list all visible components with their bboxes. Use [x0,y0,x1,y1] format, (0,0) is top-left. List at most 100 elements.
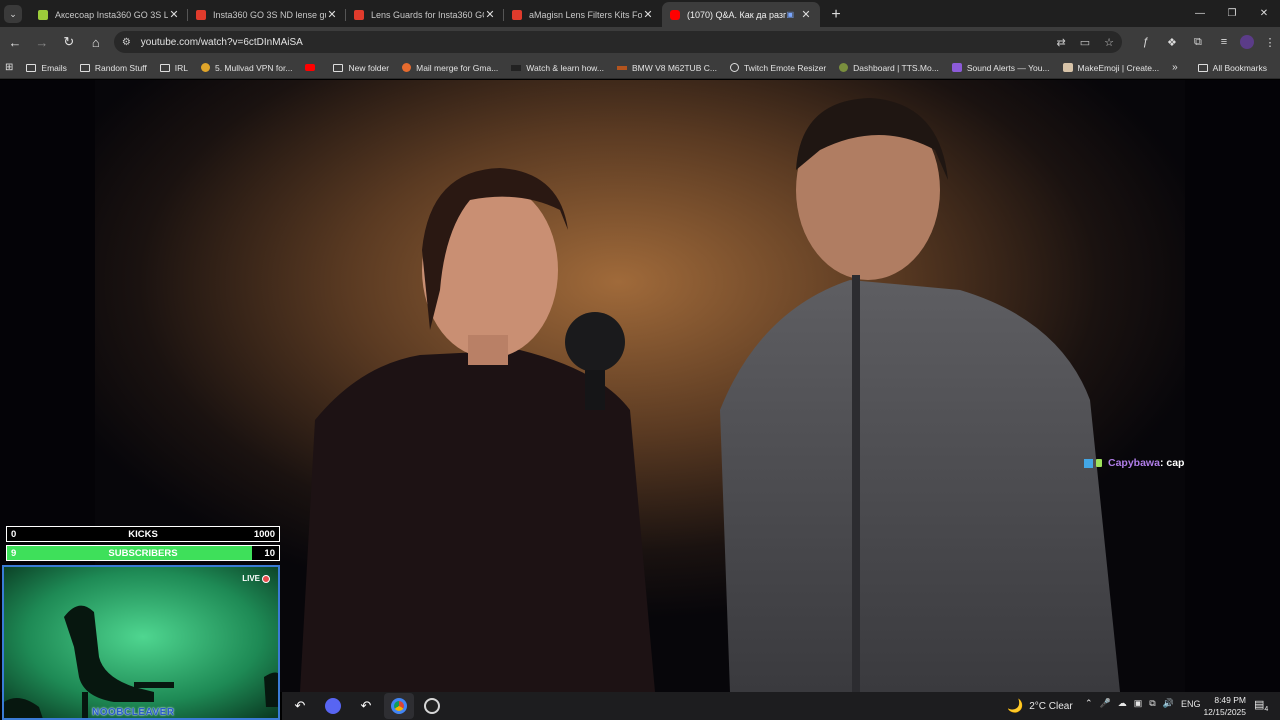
apps-grid-icon[interactable]: ⊞ [2,62,16,73]
bookmark-label: BMW V8 M62TUB C... [631,62,717,73]
taskbar-app-discord-icon[interactable] [318,693,348,719]
bookmark-mullvad[interactable]: 5. Mullvad VPN for... [200,63,292,73]
bookmark-emails[interactable]: Emails [26,63,67,73]
tab-2[interactable]: Lens Guards for Insta360 GO 3S ✕ [346,2,504,27]
menu-icon[interactable]: ⋮ [1260,32,1280,52]
translate-icon[interactable]: ⇄ [1056,36,1065,49]
home-icon[interactable]: ⌂ [84,30,108,54]
bmw-icon [616,65,627,70]
bookmark-label: Dashboard | TTS.Mo... [853,62,939,73]
restore-icon[interactable]: ❐ [1216,0,1248,27]
record-dot-icon [262,574,270,583]
profile-avatar[interactable] [1239,35,1254,49]
omnibox-actions: ⇄ ▭ ☆ [1056,36,1114,49]
chat-username: Capybawa [1108,457,1160,469]
bookmark-bmw[interactable]: BMW V8 M62TUB C... [616,62,717,73]
bookmarks-bar: ⊞ Emails Random Stuff IRL 5. Mullvad VPN… [0,57,1280,79]
youtube-icon [305,64,316,71]
tab-title: aMagisn Lens Filters Kits For 36 [529,9,642,20]
taskbar-app-logitech-icon[interactable]: ↶ [351,693,381,719]
taskbar: ↶ ↶ 🌙 2°C Clear ⌃ 🎤 ☁ ▣ ⧉ 🔊 ENG 8:49 PM … [282,692,1280,720]
extension-icon[interactable]: ❖ [1162,32,1182,52]
back-icon[interactable]: ← [3,30,27,54]
webcam-overlay: LIVE NOOBCLEAVER [2,565,280,720]
media-playing-icon[interactable]: ▣ [786,10,794,19]
weather-widget[interactable]: 🌙 2°C Clear [1007,698,1073,714]
close-icon[interactable]: ✕ [326,8,338,21]
tab-strip: ⌄ Аксесоар Insta360 GO 3S Lens ✕ Insta36… [0,0,1280,27]
font-extension-icon[interactable]: ƒ [1136,32,1156,52]
tab-1[interactable]: Insta360 GO 3S ND lense guard ✕ [188,2,346,27]
forward-icon[interactable]: → [30,30,54,54]
bookmark-label: Sound Alerts — You... [966,62,1050,73]
folder-icon [159,63,170,72]
tab-favicon [196,9,206,20]
bookmark-mail-merge[interactable]: Mail merge for Gma... [402,63,498,73]
tab-4-active[interactable]: (1070) Q&A. Как да разпоз ▣ ✕ [662,2,820,27]
cloud-icon[interactable]: ☁ [1118,698,1127,709]
bookmark-random-stuff[interactable]: Random Stuff [79,63,147,73]
close-icon[interactable]: ✕ [168,8,180,21]
folder-icon [79,63,90,72]
subscribers-goal-bar: 9 SUBSCRIBERS 10 [6,545,280,561]
display-icon[interactable]: ▣ [1134,698,1143,709]
reading-list-icon[interactable]: ≡ [1214,32,1234,52]
site-info-icon[interactable]: ⚙ [122,37,131,48]
bookmark-youtube[interactable] [305,64,320,71]
subscribers-target: 10 [264,548,275,559]
bookmark-label: Watch & learn how... [526,62,604,73]
close-window-icon[interactable]: ✕ [1248,0,1280,27]
close-icon[interactable]: ✕ [484,8,496,21]
bookmark-watch-learn[interactable]: Watch & learn how... [511,63,604,73]
chat-message: : cap [1159,457,1185,469]
language-indicator[interactable]: ENG [1181,699,1201,709]
bookmark-makeemoji[interactable]: MakeEmoji | Create... [1062,63,1159,73]
bookmark-new-folder[interactable]: New folder [333,63,389,73]
bookmark-star-icon[interactable]: ☆ [1104,36,1114,49]
bookmark-sound-alerts[interactable]: Sound Alerts — You... [951,62,1050,73]
new-tab-button[interactable]: + [824,3,848,27]
cast-icon[interactable]: ▭ [1080,36,1090,49]
tab-favicon [38,9,48,20]
streamer-name: NOOBCLEAVER [92,707,175,718]
notification-center-icon[interactable]: ▤4 [1254,698,1268,713]
webcam-image [4,567,278,718]
window-controls: — ❐ ✕ [1184,0,1280,27]
close-icon[interactable]: ✕ [800,8,812,21]
chevron-right-icon[interactable]: » [1172,62,1178,73]
minimize-icon[interactable]: — [1184,0,1216,27]
tab-search-button[interactable]: ⌄ [4,5,22,23]
address-bar[interactable]: ⚙ youtube.com/watch?v=6ctDInMAiSA ⇄ ▭ ☆ [113,31,1122,53]
reload-icon[interactable]: ↻ [57,30,81,54]
bookmark-tts[interactable]: Dashboard | TTS.Mo... [839,63,939,73]
taskbar-app-obs-icon[interactable] [417,693,447,719]
taskbar-app-chrome-icon[interactable] [384,693,414,719]
clock-date: 12/15/2025 [1203,707,1246,717]
chevron-up-icon[interactable]: ⌃ [1085,698,1093,709]
live-label: LIVE [242,574,260,583]
tab-3[interactable]: aMagisn Lens Filters Kits For 36 ✕ [504,2,662,27]
close-icon[interactable]: ✕ [642,8,654,21]
bookmark-irl[interactable]: IRL [159,62,188,73]
watch-icon [511,64,522,71]
network-icon[interactable]: ⧉ [1149,698,1155,709]
bookmark-label: IRL [174,62,188,73]
browser-toolbar: ← → ↻ ⌂ ⚙ youtube.com/watch?v=6ctDInMAiS… [0,27,1280,57]
volume-icon[interactable]: 🔊 [1163,698,1174,709]
soundalerts-icon [951,63,962,72]
puzzle-icon[interactable]: ⧉ [1188,32,1208,52]
clock[interactable]: 8:49 PM 12/15/2025 [1202,694,1246,718]
tab-0[interactable]: Аксесоар Insta360 GO 3S Lens ✕ [30,2,188,27]
all-bookmarks-button[interactable]: All Bookmarks [1197,63,1267,73]
bookmark-twitch-emote[interactable]: Twitch Emote Resizer [729,62,827,73]
tab-favicon [512,9,522,20]
chat-overlay-message: Capybawa : cap [1084,457,1184,469]
mailmerge-icon [402,63,412,72]
mullvad-icon [200,63,210,72]
bookmark-label: Twitch Emote Resizer [743,62,827,73]
tab-title: Lens Guards for Insta360 GO 3S [371,9,484,20]
taskbar-app-streamer-icon[interactable]: ↶ [285,693,315,719]
microphone-icon[interactable]: 🎤 [1100,698,1111,709]
toolbar-extensions: ƒ ❖ ⧉ ≡ ⋮ [1136,32,1280,52]
bookmarks-right: » All Bookmarks [1172,62,1280,73]
